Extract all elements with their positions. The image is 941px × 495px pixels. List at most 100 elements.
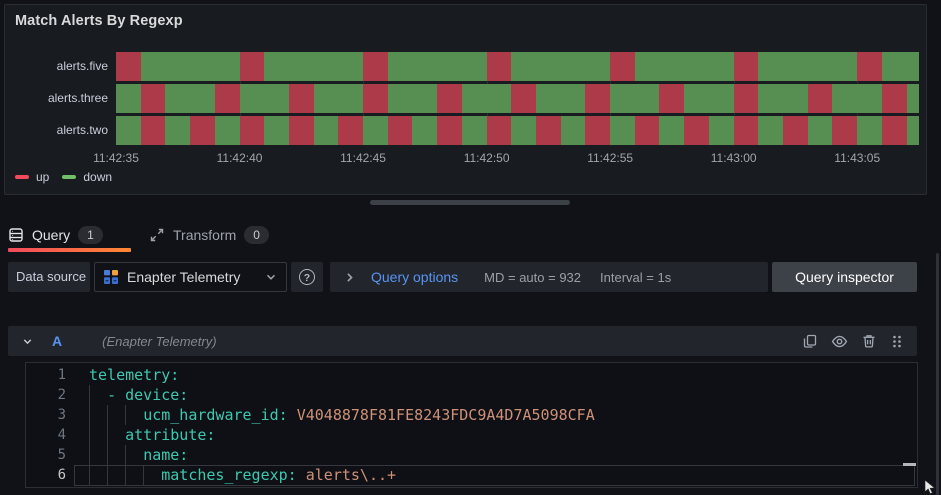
state-cell-up bbox=[733, 116, 759, 145]
state-cell-up bbox=[486, 116, 512, 145]
state-cell-down bbox=[363, 116, 388, 145]
state-cell-down bbox=[560, 84, 586, 113]
chevron-right-icon[interactable] bbox=[343, 271, 356, 284]
state-cell-down bbox=[659, 52, 685, 81]
remove-query-trash-icon[interactable] bbox=[861, 333, 877, 349]
legend-label: up bbox=[36, 170, 50, 184]
tab-query-count-badge: 1 bbox=[78, 226, 103, 244]
tab-query-label: Query bbox=[32, 227, 71, 243]
help-icon: ? bbox=[299, 269, 315, 285]
state-cell-down bbox=[708, 116, 734, 145]
collapse-chevron-icon[interactable] bbox=[21, 335, 34, 348]
database-icon bbox=[8, 227, 24, 243]
state-cell-down bbox=[412, 52, 438, 81]
legend-swatch-up bbox=[15, 175, 29, 179]
state-cell-down bbox=[807, 116, 833, 145]
state-cell-down bbox=[412, 116, 438, 145]
state-cell-down bbox=[758, 116, 783, 145]
state-cell-down bbox=[116, 116, 141, 145]
state-cell-down bbox=[906, 52, 919, 81]
hide-response-eye-icon[interactable] bbox=[831, 333, 848, 350]
state-cell-up bbox=[857, 52, 882, 81]
legend-item-down[interactable]: down bbox=[62, 170, 112, 184]
query-row-header[interactable]: A (Enapter Telemetry) bbox=[8, 326, 917, 356]
state-cell-up bbox=[239, 52, 265, 81]
state-cell-down bbox=[387, 52, 413, 81]
state-cell-down bbox=[412, 84, 438, 113]
interval-text: Interval = 1s bbox=[600, 269, 672, 285]
state-cell-down bbox=[535, 84, 561, 113]
token-val: alerts\..+ bbox=[296, 466, 397, 484]
state-cell-down bbox=[165, 116, 191, 145]
state-cell-down bbox=[857, 84, 882, 113]
state-cell-up bbox=[437, 116, 462, 145]
token-key: attribute: bbox=[125, 426, 216, 444]
state-cell-down bbox=[906, 84, 919, 113]
datasource-picker[interactable]: Enapter Telemetry bbox=[94, 262, 287, 292]
state-cell-down bbox=[758, 84, 783, 113]
query-code-editor[interactable]: 1 telemetry: 2 - device: 3 ucm_hardware_id:… bbox=[25, 362, 918, 488]
datasource-picker-value: Enapter Telemetry bbox=[127, 269, 241, 285]
state-cell-down bbox=[486, 84, 512, 113]
state-cell-up bbox=[140, 84, 166, 113]
state-cell-up bbox=[807, 84, 833, 113]
duplicate-query-icon[interactable] bbox=[802, 333, 818, 349]
state-cell-up bbox=[659, 84, 685, 113]
state-cell-down bbox=[264, 116, 289, 145]
pane-resize-handle[interactable] bbox=[370, 200, 570, 205]
axis-tick-label: 11:42:50 bbox=[463, 151, 510, 165]
code-line: 1 telemetry: bbox=[26, 365, 917, 385]
code-line: 4 attribute: bbox=[26, 425, 917, 445]
timeline-panel: Match Alerts By Regexp alerts.five alerts… bbox=[4, 4, 927, 195]
state-cell-down bbox=[782, 52, 808, 81]
state-cell-up bbox=[733, 84, 759, 113]
state-cell-down bbox=[288, 52, 314, 81]
code-lines: 1 telemetry: 2 - device: 3 ucm_hardware_id:… bbox=[26, 365, 917, 486]
token-key: matches_regexp: bbox=[161, 466, 297, 484]
datasource-help-button[interactable]: ? bbox=[291, 262, 323, 292]
state-cell-up bbox=[214, 84, 240, 113]
code-line: 3 ucm_hardware_id: V4048878F81FE8243FDC9… bbox=[26, 405, 917, 425]
tab-transform[interactable]: Transform 0 bbox=[149, 222, 269, 248]
state-cell-down bbox=[857, 116, 882, 145]
line-number: 4 bbox=[57, 427, 66, 443]
state-cell-up bbox=[486, 52, 512, 81]
query-options-toggle[interactable]: Query options bbox=[371, 269, 458, 285]
axis-tick-label: 11:42:40 bbox=[216, 151, 263, 165]
state-cell-down bbox=[560, 52, 586, 81]
state-cell-down bbox=[659, 116, 685, 145]
state-cell-down bbox=[461, 116, 487, 145]
state-cell-down bbox=[560, 116, 586, 145]
editor-overview-cursor-marker bbox=[903, 463, 916, 466]
state-cell-down bbox=[264, 84, 289, 113]
line-number: 6 bbox=[57, 467, 66, 483]
legend-item-up[interactable]: up bbox=[15, 170, 49, 184]
state-cell-down bbox=[140, 52, 166, 81]
state-cell-down bbox=[165, 84, 191, 113]
state-cell-down bbox=[782, 84, 808, 113]
state-cell-down bbox=[511, 52, 536, 81]
code-text: ucm_hardware_id: V4048878F81FE8243FDC9A4… bbox=[89, 405, 595, 425]
state-cell-down bbox=[165, 52, 191, 81]
state-cell-down bbox=[634, 84, 660, 113]
state-cell-up bbox=[363, 52, 388, 81]
drag-handle-grip-icon[interactable] bbox=[890, 334, 904, 349]
token-key: name: bbox=[143, 446, 189, 464]
legend-swatch-down bbox=[62, 175, 77, 179]
state-cell-up bbox=[881, 116, 907, 145]
token-val: V4048878F81FE8243FDC9A4D7A5098CFA bbox=[287, 406, 595, 424]
line-number: 3 bbox=[57, 407, 66, 423]
state-cell-down bbox=[313, 116, 339, 145]
panel-title: Match Alerts By Regexp bbox=[15, 13, 183, 29]
state-cell-up bbox=[288, 84, 314, 113]
max-data-points-text: MD = auto = 932 bbox=[484, 269, 582, 285]
state-cell-up bbox=[338, 116, 364, 145]
timeline-plot-area: 11:42:35 11:42:40 11:42:45 11:42:50 11:42:55… bbox=[93, 52, 919, 177]
code-line: 6 matches_regexp: alerts\..+ bbox=[26, 465, 917, 486]
state-cell-down bbox=[239, 84, 265, 113]
page-scrollbar[interactable] bbox=[936, 253, 939, 495]
query-inspector-button[interactable]: Query inspector bbox=[772, 262, 917, 292]
state-cell-down bbox=[807, 52, 833, 81]
state-cell-down bbox=[832, 52, 858, 81]
tab-query[interactable]: Query 1 bbox=[8, 222, 103, 248]
